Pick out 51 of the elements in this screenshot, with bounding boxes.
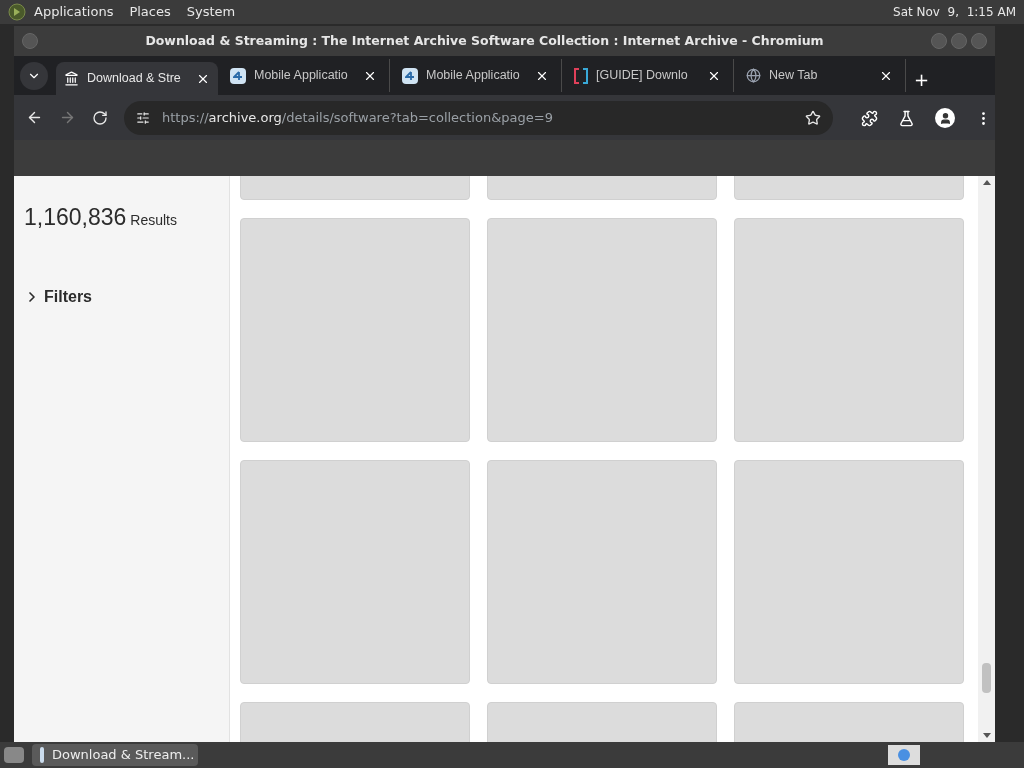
tab-title: [GUIDE] Downlo [596, 67, 689, 85]
logo-icon [8, 3, 26, 21]
building-icon [64, 71, 79, 86]
tab-title: Mobile Applicatio [254, 67, 349, 85]
tab-search-button[interactable] [20, 61, 48, 90]
placeholder-tile[interactable] [240, 218, 470, 442]
filters-toggle[interactable]: Filters [24, 284, 92, 309]
tray-browser-icon[interactable] [888, 745, 920, 765]
panel-menu[interactable]: Applications [34, 2, 114, 22]
reload-icon[interactable] [92, 109, 108, 126]
url-text: https://archive.org/details/software?tab=collection&page=9 [162, 108, 554, 127]
new-tab-button[interactable]: + [914, 71, 930, 89]
placeholder-tile[interactable] [734, 460, 964, 684]
window-menu-button[interactable] [22, 33, 38, 49]
browser-tab[interactable]: Mobile Applicatio [390, 59, 562, 92]
tab-title: Mobile Applicatio [426, 67, 521, 85]
browser-tab[interactable]: Download & Stre [56, 62, 218, 95]
panel-menu[interactable]: Places [129, 2, 171, 22]
placeholder-tile[interactable] [487, 218, 717, 442]
desktop-icon[interactable] [4, 747, 24, 763]
close-button[interactable] [971, 33, 987, 49]
browser-tab[interactable]: Mobile Applicatio [218, 59, 390, 92]
tab-title: Download & Stre [87, 70, 182, 88]
app-tile-icon [402, 67, 418, 84]
flask-icon[interactable] [898, 109, 915, 127]
address-bar[interactable]: https://archive.org/details/software?tab=collection&page=9 [124, 100, 833, 135]
forward-icon[interactable] [59, 109, 76, 126]
results-label: Results [130, 211, 177, 230]
tab-title: New Tab [769, 67, 819, 85]
back-icon[interactable] [26, 109, 43, 126]
placeholder-tile[interactable] [240, 460, 470, 684]
scroll-up-icon[interactable] [982, 180, 991, 185]
site-settings-icon[interactable] [136, 110, 150, 125]
minimize-button[interactable] [931, 33, 947, 49]
bookmark-star-icon[interactable] [805, 109, 821, 126]
results-count: 1,160,836 [24, 203, 127, 232]
maximize-button[interactable] [951, 33, 967, 49]
clock[interactable]: Sat Nov 9, 1:15 AM [893, 3, 1016, 21]
placeholder-tile[interactable] [487, 460, 717, 684]
browser-tab[interactable]: [GUIDE] Downlo [562, 59, 734, 92]
panel-menu[interactable]: System [186, 2, 236, 22]
placeholder-tile[interactable] [734, 218, 964, 442]
extensions-icon[interactable] [861, 109, 878, 127]
app-tile-icon [230, 67, 246, 84]
scrollbar-thumb[interactable] [982, 663, 991, 693]
browser-tab[interactable]: New Tab [734, 59, 906, 92]
scroll-down-icon[interactable] [982, 733, 991, 738]
taskbar-button[interactable]: Download & Stream... [32, 744, 198, 766]
window-title: Download & Streaming : The Internet Archive Software Collection : Internet Archive - Chromium [144, 31, 825, 50]
globe-icon [746, 68, 761, 83]
bracket-icon [574, 67, 588, 84]
